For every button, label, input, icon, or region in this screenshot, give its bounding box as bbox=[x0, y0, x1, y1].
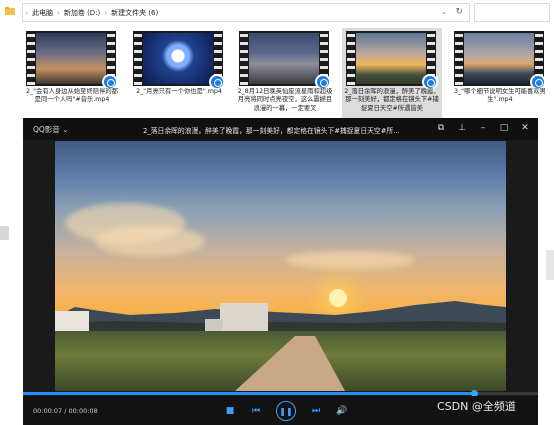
file-name: 2_8月12日晚英仙座流星雨和超级月亮将同时点亮夜空，这么震撼且浪漫的一幕，一定… bbox=[237, 88, 333, 112]
window-controls: ⧉ ⊥ – □ ✕ bbox=[436, 123, 530, 133]
maximize-icon[interactable]: □ bbox=[499, 123, 509, 133]
player-titlebar[interactable]: QQ影音 ⌄ 2_落日余晖的浪漫，醉美了晚霞，那一刻美好，都定格在镜头下#捕捉夏… bbox=[23, 118, 538, 140]
file-item[interactable]: 2_"会有人身边从始至终陪伴的都是同一个人吗"#音乐.mp4 bbox=[22, 28, 122, 118]
player-menu-button[interactable]: QQ影音 ⌄ bbox=[33, 124, 68, 135]
video-frame[interactable] bbox=[55, 141, 506, 391]
close-icon[interactable]: ✕ bbox=[520, 123, 530, 133]
file-name: 2_"月亮只有一个你也是".mp4 bbox=[136, 88, 222, 95]
breadcrumb-item[interactable]: 此电脑 bbox=[28, 8, 57, 18]
minimize-icon[interactable]: – bbox=[478, 123, 488, 133]
progress-bar[interactable] bbox=[23, 390, 538, 397]
screenshot-icon[interactable]: ⧉ bbox=[436, 123, 446, 133]
pause-button[interactable]: ❚❚ bbox=[276, 401, 296, 421]
file-item[interactable]: 2_8月12日晚英仙座流星雨和超级月亮将同时点亮夜空，这么震撼且浪漫的一幕，一定… bbox=[235, 28, 335, 118]
file-item-selected[interactable]: 2_落日余晖的浪漫，醉美了晚霞，那一刻美好，都定格在镜头下#捕捉夏日天空#所遇皆… bbox=[342, 28, 442, 118]
breadcrumb-item[interactable]: 新加卷 (D:) bbox=[60, 8, 104, 18]
watermark: CSDN @全频道 bbox=[437, 400, 516, 413]
cloud bbox=[95, 226, 205, 256]
file-name: 2_"会有人身边从始至终陪伴的都是同一个人吗"#音乐.mp4 bbox=[26, 88, 118, 104]
breadcrumb-item[interactable]: 新建文件夹 (6) bbox=[107, 8, 162, 18]
road bbox=[235, 336, 345, 391]
search-input[interactable] bbox=[474, 3, 550, 22]
folder-icon bbox=[5, 7, 15, 15]
building bbox=[220, 303, 268, 333]
previous-icon[interactable]: ⏮ bbox=[250, 406, 262, 416]
time-display: 00:00:07 / 00:00:08 bbox=[33, 407, 98, 415]
chevron-down-icon[interactable]: ⌄ bbox=[441, 8, 447, 16]
stop-icon[interactable]: ■ bbox=[224, 406, 236, 416]
refresh-icon[interactable]: ↻ bbox=[455, 7, 463, 17]
scrollbar[interactable] bbox=[546, 250, 554, 280]
file-item[interactable]: 2_"月亮只有一个你也是".mp4 bbox=[129, 28, 229, 118]
cloud bbox=[285, 251, 415, 269]
explorer-address-row: › 此电脑 › 新加卷 (D:) › 新建文件夹 (6) ⌄ ↻ bbox=[0, 0, 554, 26]
screen: › 此电脑 › 新加卷 (D:) › 新建文件夹 (6) ⌄ ↻ 2_"会有人身… bbox=[0, 0, 554, 425]
file-name: 3_"哪个细节说明女生可能喜欢男生".mp4 bbox=[454, 88, 546, 104]
next-icon[interactable]: ⏭ bbox=[310, 406, 322, 416]
address-bar[interactable]: › 此电脑 › 新加卷 (D:) › 新建文件夹 (6) ⌄ ↻ bbox=[22, 3, 470, 22]
side-panel-handle[interactable] bbox=[0, 226, 9, 240]
volume-icon[interactable]: 🔊 bbox=[336, 406, 348, 416]
video-thumbnail bbox=[454, 31, 546, 90]
pin-icon[interactable]: ⊥ bbox=[457, 123, 467, 133]
video-thumbnail bbox=[346, 31, 438, 90]
building bbox=[55, 311, 89, 333]
video-thumbnail bbox=[133, 31, 225, 90]
video-player-window: QQ影音 ⌄ 2_落日余晖的浪漫，醉美了晚霞，那一刻美好，都定格在镜头下#捕捉夏… bbox=[23, 118, 538, 425]
mountains bbox=[55, 301, 506, 333]
playback-buttons: ■ ⏮ ❚❚ ⏭ 🔊 bbox=[224, 400, 348, 422]
progress-fill bbox=[23, 392, 474, 395]
file-grid: 2_"会有人身边从始至终陪伴的都是同一个人吗"#音乐.mp4 2_"月亮只有一个… bbox=[0, 28, 554, 118]
file-item[interactable]: 3_"哪个细节说明女生可能喜欢男生".mp4 bbox=[450, 28, 550, 118]
file-name: 2_落日余晖的浪漫，醉美了晚霞，那一刻美好，都定格在镜头下#捕捉夏日天空#所遇皆… bbox=[344, 88, 440, 112]
video-thumbnail bbox=[239, 31, 331, 90]
video-title: 2_落日余晖的浪漫，醉美了晚霞，那一刻美好，都定格在镜头下#捕捉夏日天空#所..… bbox=[143, 127, 400, 135]
video-thumbnail bbox=[26, 31, 118, 90]
